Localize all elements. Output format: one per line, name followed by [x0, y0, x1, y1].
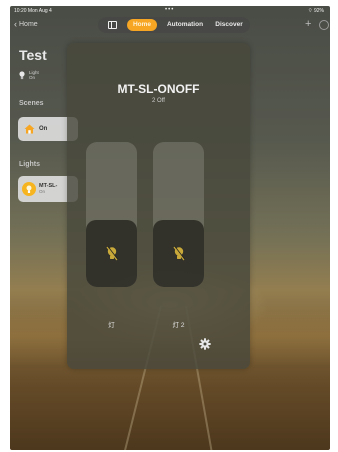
scene-label: On: [39, 126, 48, 132]
modal-subtitle: 2 Off: [152, 98, 165, 104]
status-bar: 10:20 Mon Aug 4 ••• ⌔ 92%: [10, 7, 330, 15]
light-on-indicator: [22, 182, 36, 196]
tab-home[interactable]: Home: [127, 19, 157, 31]
home-title: Test: [19, 47, 47, 63]
back-button[interactable]: ‹ Home: [14, 19, 38, 29]
accessory-light[interactable]: Light On: [19, 70, 39, 80]
wifi-icon: ⌔: [307, 8, 313, 14]
lights-header: Lights: [19, 161, 40, 168]
plus-icon[interactable]: +: [305, 18, 311, 30]
status-time: 10:20 Mon Aug 4: [14, 8, 52, 14]
ellipsis-circle-icon[interactable]: [319, 20, 329, 30]
accessory-state: On: [29, 75, 36, 80]
lightbulb-slash-icon: [105, 245, 118, 261]
tab-discover[interactable]: Discover: [211, 19, 247, 31]
gear-icon[interactable]: [199, 338, 211, 350]
sidebar-toggle-button[interactable]: [106, 20, 118, 30]
sidebar-icon: [107, 21, 117, 29]
chevron-left-icon: ‹: [14, 19, 17, 29]
screen: 10:20 Mon Aug 4 ••• ⌔ 92% ‹ Home Home Au…: [10, 6, 330, 450]
lightbulb-slash-icon: [172, 245, 185, 261]
back-label: Home: [19, 21, 38, 28]
modal-title: MT-SL-ONOFF: [117, 82, 200, 96]
accessory-detail-modal: MT-SL-ONOFF 2 Off 灯 灯 2: [67, 43, 250, 369]
light-state: On: [39, 189, 46, 194]
battery-percent: 92%: [313, 8, 324, 14]
lightbulb-icon: [19, 70, 25, 79]
lightbulb-icon: [26, 185, 32, 193]
tab-automation[interactable]: Automation: [162, 19, 208, 31]
switch-1-label: 灯: [108, 322, 115, 329]
switch-1-fill: [86, 220, 137, 287]
switch-2-slider[interactable]: [153, 142, 204, 287]
status-dots: •••: [165, 7, 175, 13]
tab-bar: Home Automation Discover: [98, 17, 250, 33]
switch-2-fill: [153, 220, 204, 287]
status-right: ⌔ 92%: [308, 8, 324, 14]
scenes-header: Scenes: [19, 100, 44, 107]
house-icon: [24, 124, 35, 134]
switch-1-slider[interactable]: [86, 142, 137, 287]
switch-2-label: 灯 2: [172, 322, 185, 329]
